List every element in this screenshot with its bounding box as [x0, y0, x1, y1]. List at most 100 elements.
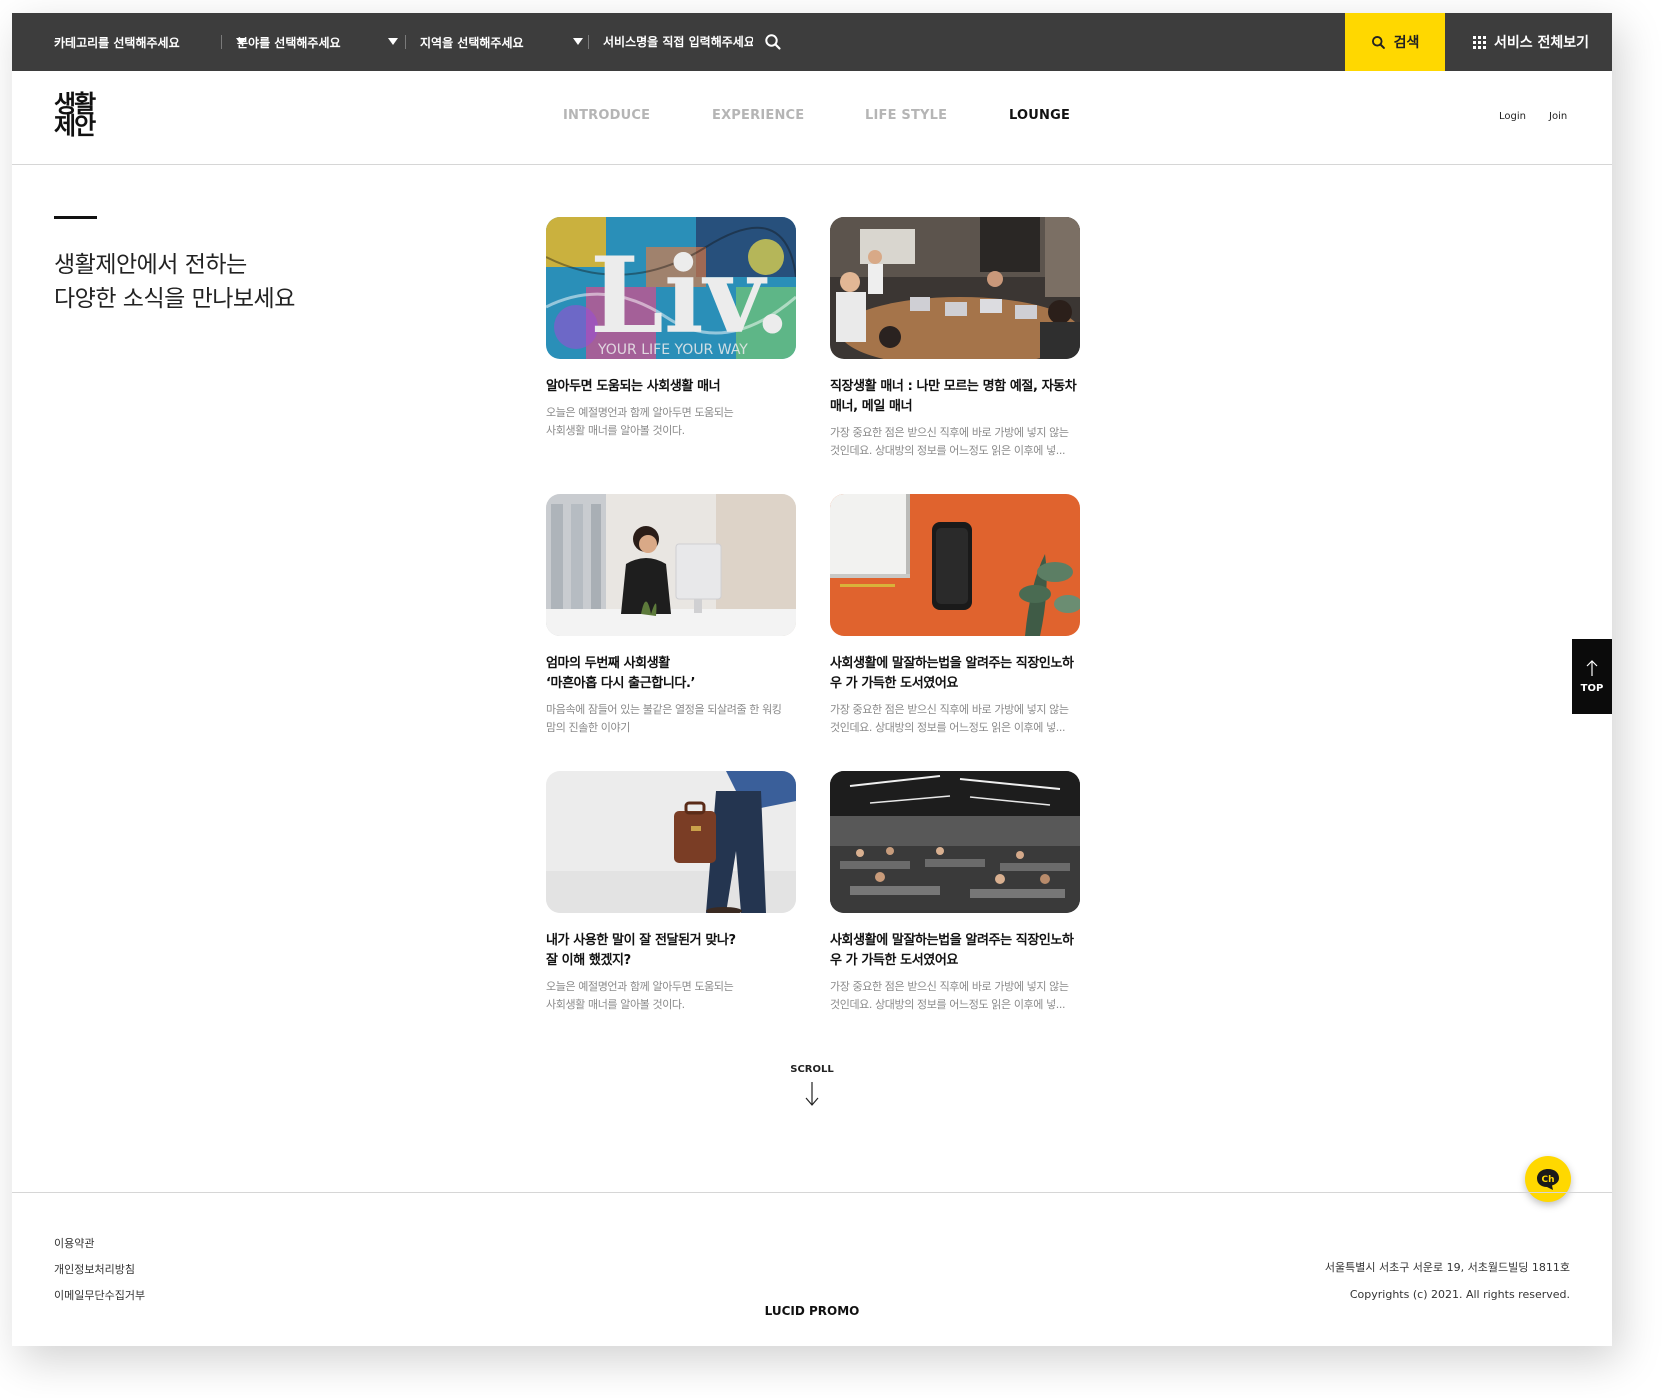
article-desc-line: 것인데요. 상대방의 정보를 어느정도 읽은 이후에 넣... — [830, 998, 1066, 1011]
article-title[interactable]: 직장생활 매너 : 나만 모르는 명함 예절, 자동차 매너, 메일 매너 — [830, 377, 1080, 417]
article-title-line: ‘마흔아홉 다시 출근합니다.’ — [546, 676, 696, 691]
email-refusal-link[interactable]: 이메일무단수집거부 — [54, 1287, 145, 1303]
article-thumbnail[interactable] — [830, 771, 1080, 913]
article-title-line: 잘 이해 했겠지? — [546, 953, 631, 968]
chat-label: Ch — [1541, 1175, 1554, 1185]
scroll-top-button[interactable]: TOP — [1572, 639, 1612, 714]
arrow-up-icon — [1586, 660, 1598, 676]
woman-desk-image — [546, 494, 796, 636]
liv-mural-image: Liv. YOUR LIFE YOUR WAY — [546, 217, 796, 359]
image-text: Liv. — [590, 233, 791, 357]
site-footer: 이용약관 개인정보처리방침 이메일무단수집거부 LUCID PROMO 서울특별… — [12, 1192, 1612, 1346]
orange-phone-image — [830, 494, 1080, 636]
footer-copyright: Copyrights (c) 2021. All rights reserved… — [1349, 1288, 1570, 1301]
article-title-line: 우 가 가득한 도서였어요 — [830, 953, 958, 968]
article-desc-line: 가장 중요한 점은 받으신 직후에 바로 가방에 넣지 않는 — [830, 980, 1069, 993]
article-title-line: 사회생활에 말잘하는법을 알려주는 직장인노하 — [830, 656, 1074, 671]
article-title-line: 알아두면 도움되는 사회생활 매너 — [546, 379, 721, 394]
site-header: 생활 제안 INTRODUCE EXPERIENCE LIFE STYLE LO… — [12, 71, 1612, 165]
article-card[interactable]: 사회생활에 말잘하는법을 알려주는 직장인노하 우 가 가득한 도서였어요 가장… — [830, 771, 1080, 1014]
article-title-line: 내가 사용한 말이 잘 전달된거 맞나? — [546, 933, 736, 948]
article-desc: 가장 중요한 점은 받으신 직후에 바로 가방에 넣지 않는 것인데요. 상대방… — [830, 701, 1080, 737]
briefcase-walk-image — [546, 771, 796, 913]
top-label: TOP — [1580, 683, 1604, 694]
terms-link[interactable]: 이용약관 — [54, 1235, 94, 1251]
region-select-label: 지역을 선택해주세요 — [420, 35, 524, 50]
chevron-down-icon — [573, 38, 583, 45]
nav-lounge[interactable]: LOUNGE — [1009, 108, 1070, 123]
article-desc: 오늘은 예절명언과 함께 알아두면 도움되는 사회생활 매너를 알아볼 것이다. — [546, 404, 796, 440]
article-thumbnail[interactable] — [830, 217, 1080, 359]
all-services-label: 서비스 전체보기 — [1494, 35, 1590, 51]
article-thumbnail[interactable]: Liv. YOUR LIFE YOUR WAY — [546, 217, 796, 359]
page: 카테고리를 선택해주세요 분야를 선택해주세요 지역을 선택해주세요 검색 — [12, 13, 1612, 1346]
article-title[interactable]: 사회생활에 말잘하는법을 알려주는 직장인노하 우 가 가득한 도서였어요 — [830, 931, 1080, 971]
intro-line1: 생활제안에서 전하는 — [54, 252, 247, 278]
scroll-indicator[interactable]: SCROLL — [782, 1064, 842, 1107]
all-services-button[interactable]: 서비스 전체보기 — [1473, 13, 1593, 71]
article-desc-line: 맘의 진솔한 이야기 — [546, 721, 630, 734]
search-icon[interactable] — [764, 33, 782, 51]
search-button-label: 검색 — [1393, 35, 1420, 51]
article-title[interactable]: 내가 사용한 말이 잘 전달된거 맞나? 잘 이해 했겠지? — [546, 931, 796, 971]
intro-line2: 다양한 소식을 만나보세요 — [54, 286, 295, 312]
article-title-line: 매너, 메일 매너 — [830, 399, 913, 414]
divider — [405, 35, 406, 49]
meeting-room-image — [830, 217, 1080, 359]
article-title-line: 우 가 가득한 도서였어요 — [830, 676, 958, 691]
privacy-link[interactable]: 개인정보처리방침 — [54, 1261, 135, 1277]
search-button[interactable]: 검색 — [1345, 13, 1445, 71]
article-title[interactable]: 엄마의 두번째 사회생활 ‘마흔아홉 다시 출근합니다.’ — [546, 654, 796, 694]
logo-line2: 제안 — [54, 112, 96, 140]
nav-life-style[interactable]: LIFE STYLE — [865, 108, 947, 123]
field-select[interactable]: 분야를 선택해주세요 — [237, 13, 398, 71]
category-select-label: 카테고리를 선택해주세요 — [54, 35, 180, 50]
intro-heading: 생활제안에서 전하는 다양한 소식을 만나보세요 — [54, 248, 295, 316]
region-select[interactable]: 지역을 선택해주세요 — [420, 13, 583, 71]
article-desc: 마음속에 잠들어 있는 불같은 열정을 되살려줄 한 워킹 맘의 진솔한 이야기 — [546, 701, 796, 737]
article-desc-line: 가장 중요한 점은 받으신 직후에 바로 가방에 넣지 않는 — [830, 703, 1069, 716]
article-card[interactable]: 내가 사용한 말이 잘 전달된거 맞나? 잘 이해 했겠지? 오늘은 예절명언과… — [546, 771, 796, 1014]
arrow-down-icon — [805, 1082, 819, 1106]
article-desc-line: 오늘은 예절명언과 함께 알아두면 도움되는 — [546, 980, 734, 993]
article-desc-line: 가장 중요한 점은 받으신 직후에 바로 가방에 넣지 않는 — [830, 426, 1069, 439]
article-title-line: 엄마의 두번째 사회생활 — [546, 656, 670, 671]
divider — [588, 35, 589, 49]
article-title[interactable]: 사회생활에 말잘하는법을 알려주는 직장인노하 우 가 가득한 도서였어요 — [830, 654, 1080, 694]
article-desc-line: 사회생활 매너를 알아볼 것이다. — [546, 998, 685, 1011]
article-desc-line: 것인데요. 상대방의 정보를 어느정도 읽은 이후에 넣... — [830, 721, 1066, 734]
field-select-label: 분야를 선택해주세요 — [237, 35, 341, 50]
chat-icon: Ch — [1537, 1169, 1559, 1190]
divider — [221, 35, 222, 49]
join-link[interactable]: Join — [1549, 111, 1567, 122]
service-search-input[interactable] — [603, 28, 753, 56]
article-thumbnail[interactable] — [830, 494, 1080, 636]
site-logo[interactable]: 생활 제안 — [54, 92, 96, 140]
open-office-image — [830, 771, 1080, 913]
article-desc-line: 사회생활 매너를 알아볼 것이다. — [546, 424, 685, 437]
article-title[interactable]: 알아두면 도움되는 사회생활 매너 — [546, 377, 796, 397]
nav-experience[interactable]: EXPERIENCE — [712, 108, 804, 123]
nav-introduce[interactable]: INTRODUCE — [563, 108, 650, 123]
image-subtext: YOUR LIFE YOUR WAY — [597, 342, 748, 358]
article-thumbnail[interactable] — [546, 771, 796, 913]
category-select[interactable]: 카테고리를 선택해주세요 — [54, 13, 246, 71]
article-card[interactable]: 직장생활 매너 : 나만 모르는 명함 예절, 자동차 매너, 메일 매너 가장… — [830, 217, 1080, 460]
article-desc-line: 오늘은 예절명언과 함께 알아두면 도움되는 — [546, 406, 734, 419]
article-card[interactable]: 엄마의 두번째 사회생활 ‘마흔아홉 다시 출근합니다.’ 마음속에 잠들어 있… — [546, 494, 796, 737]
grid-icon — [1473, 35, 1486, 49]
login-link[interactable]: Login — [1499, 111, 1526, 122]
article-card[interactable]: Liv. YOUR LIFE YOUR WAY 알아두면 도움되는 사회생활 매… — [546, 217, 796, 440]
article-desc: 가장 중요한 점은 받으신 직후에 바로 가방에 넣지 않는 것인데요. 상대방… — [830, 978, 1080, 1014]
article-desc: 가장 중요한 점은 받으신 직후에 바로 가방에 넣지 않는 것인데요. 상대방… — [830, 424, 1080, 460]
intro-accent-bar — [54, 216, 97, 219]
article-thumbnail[interactable] — [546, 494, 796, 636]
footer-brand: LUCID PROMO — [764, 1304, 860, 1318]
article-card[interactable]: 사회생활에 말잘하는법을 알려주는 직장인노하 우 가 가득한 도서였어요 가장… — [830, 494, 1080, 737]
article-desc: 오늘은 예절명언과 함께 알아두면 도움되는 사회생활 매너를 알아볼 것이다. — [546, 978, 796, 1014]
article-desc-line: 것인데요. 상대방의 정보를 어느정도 읽은 이후에 넣... — [830, 444, 1066, 457]
search-icon — [1371, 35, 1385, 49]
footer-address: 서울특별시 서초구 서운로 19, 서초월드빌딩 1811호 — [1324, 1261, 1570, 1274]
top-search-bar: 카테고리를 선택해주세요 분야를 선택해주세요 지역을 선택해주세요 검색 — [12, 13, 1612, 71]
article-desc-line: 마음속에 잠들어 있는 불같은 열정을 되살려줄 한 워킹 — [546, 703, 782, 716]
